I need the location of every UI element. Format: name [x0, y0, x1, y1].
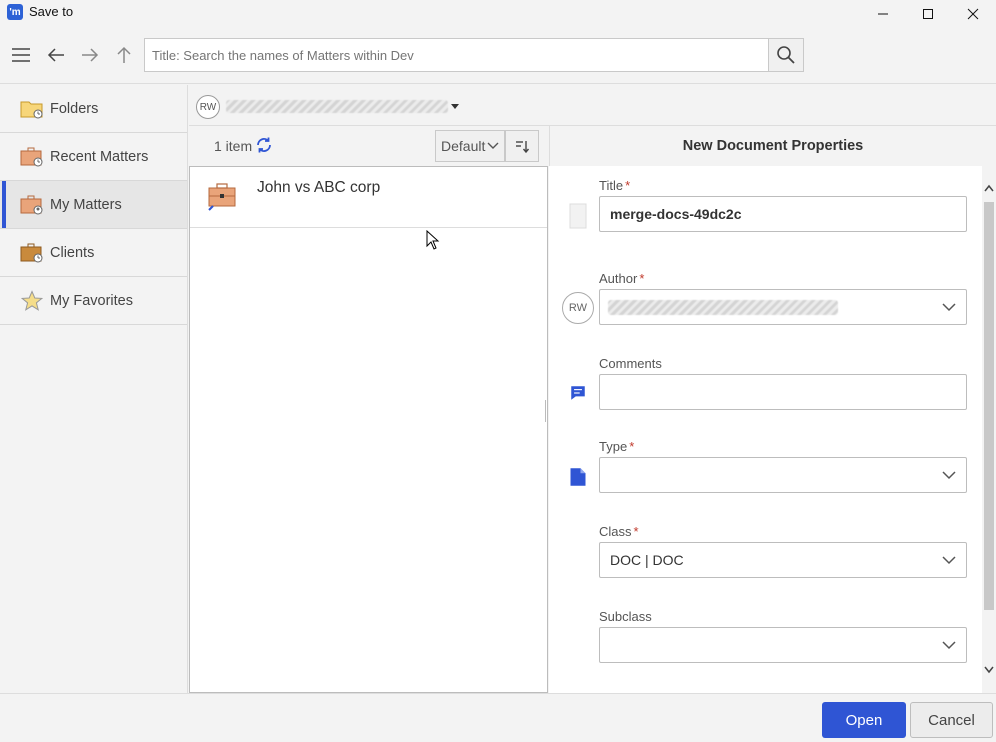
- type-label: Type *: [599, 439, 635, 454]
- chevron-down-icon: [942, 471, 956, 480]
- folder-icon: [20, 98, 44, 120]
- sidebar-item-label: My Matters: [50, 196, 122, 213]
- sidebar-item-recent-matters[interactable]: Recent Matters: [0, 133, 187, 181]
- close-button[interactable]: [950, 0, 996, 28]
- sidebar-item-label: Recent Matters: [50, 148, 149, 165]
- comments-input[interactable]: [599, 374, 967, 410]
- sidebar: Folders Recent Matters My Matters Client…: [0, 85, 188, 693]
- mouse-cursor-icon: [426, 230, 440, 250]
- maximize-button[interactable]: [905, 0, 951, 28]
- comments-label: Comments: [599, 356, 662, 371]
- list-item[interactable]: John vs ABC corp: [190, 167, 547, 228]
- window-title: Save to: [29, 4, 74, 19]
- subclass-label: Subclass: [599, 609, 652, 624]
- recent-matters-icon: [20, 146, 44, 168]
- star-icon: [20, 289, 44, 312]
- list-header: 1 item Default: [189, 126, 549, 166]
- dialog-footer: Open Cancel: [0, 693, 996, 742]
- scroll-up-icon[interactable]: [984, 184, 994, 192]
- sidebar-item-clients[interactable]: Clients: [0, 229, 187, 277]
- properties-header: New Document Properties: [549, 126, 996, 166]
- minimize-button[interactable]: [860, 0, 906, 28]
- cancel-button[interactable]: Cancel: [910, 702, 993, 738]
- search-button[interactable]: [768, 38, 804, 72]
- scrollbar-thumb[interactable]: [984, 202, 994, 610]
- class-dropdown[interactable]: DOC | DOC: [599, 542, 967, 578]
- close-icon: [967, 8, 979, 20]
- author-dropdown[interactable]: [599, 289, 967, 325]
- caret-down-icon[interactable]: [451, 104, 459, 109]
- arrow-up-icon: [117, 46, 131, 63]
- sort-order-button[interactable]: [505, 130, 539, 162]
- search-icon: [777, 46, 795, 64]
- maximize-icon: [923, 9, 933, 19]
- sort-icon: [516, 141, 530, 154]
- sort-dropdown[interactable]: Default: [435, 130, 505, 162]
- subclass-dropdown[interactable]: [599, 627, 967, 663]
- title-bar: 'm Save to: [0, 0, 996, 28]
- up-button[interactable]: [110, 41, 138, 69]
- minimize-icon: [878, 13, 888, 15]
- type-dropdown[interactable]: [599, 457, 967, 493]
- arrow-left-icon: [47, 48, 64, 62]
- document-icon: [569, 203, 587, 229]
- menu-button[interactable]: [7, 41, 35, 69]
- class-label: Class *: [599, 524, 639, 539]
- matter-briefcase-icon: [208, 183, 236, 211]
- sidebar-item-my-favorites[interactable]: My Favorites: [0, 277, 187, 325]
- item-count: 1 item: [214, 138, 253, 154]
- sidebar-item-folders[interactable]: Folders: [0, 85, 187, 133]
- matter-name: John vs ABC corp: [257, 179, 381, 196]
- search-input[interactable]: [144, 38, 769, 72]
- sidebar-item-label: Clients: [50, 244, 95, 261]
- refresh-icon[interactable]: [255, 136, 273, 154]
- author-label: Author *: [599, 271, 645, 286]
- open-button[interactable]: Open: [822, 702, 906, 738]
- chevron-down-icon: [487, 142, 499, 149]
- chevron-down-icon: [942, 641, 956, 650]
- required-mark: *: [625, 178, 631, 193]
- matter-list: John vs ABC corp: [189, 166, 548, 693]
- chevron-down-icon: [942, 303, 956, 312]
- app-icon: 'm: [7, 4, 23, 20]
- arrow-right-icon: [82, 48, 99, 62]
- comment-icon: [571, 386, 585, 400]
- my-matters-icon: [20, 194, 44, 216]
- properties-scrollbar[interactable]: [982, 166, 996, 693]
- class-value: DOC | DOC: [610, 552, 684, 568]
- avatar: RW: [196, 95, 220, 119]
- chevron-down-icon: [942, 556, 956, 565]
- clients-icon: [20, 242, 44, 264]
- user-selector[interactable]: RW: [189, 85, 996, 126]
- back-button[interactable]: [42, 41, 70, 69]
- properties-pane: Title* Author* RW Comments Type* Class* …: [549, 166, 996, 693]
- toolbar: [0, 28, 996, 84]
- author-avatar: RW: [562, 292, 594, 324]
- scroll-down-icon[interactable]: [984, 666, 994, 674]
- title-input[interactable]: [599, 196, 967, 232]
- forward-button[interactable]: [76, 41, 104, 69]
- redacted-author-name: [608, 300, 838, 315]
- hamburger-icon: [12, 48, 30, 62]
- file-type-icon: [570, 468, 586, 486]
- sidebar-item-label: My Favorites: [50, 292, 133, 309]
- title-label: Title *: [599, 178, 631, 193]
- redacted-user-name: [226, 100, 448, 113]
- sort-value: Default: [441, 138, 486, 154]
- sidebar-item-label: Folders: [50, 100, 99, 117]
- sidebar-item-my-matters[interactable]: My Matters: [0, 181, 187, 229]
